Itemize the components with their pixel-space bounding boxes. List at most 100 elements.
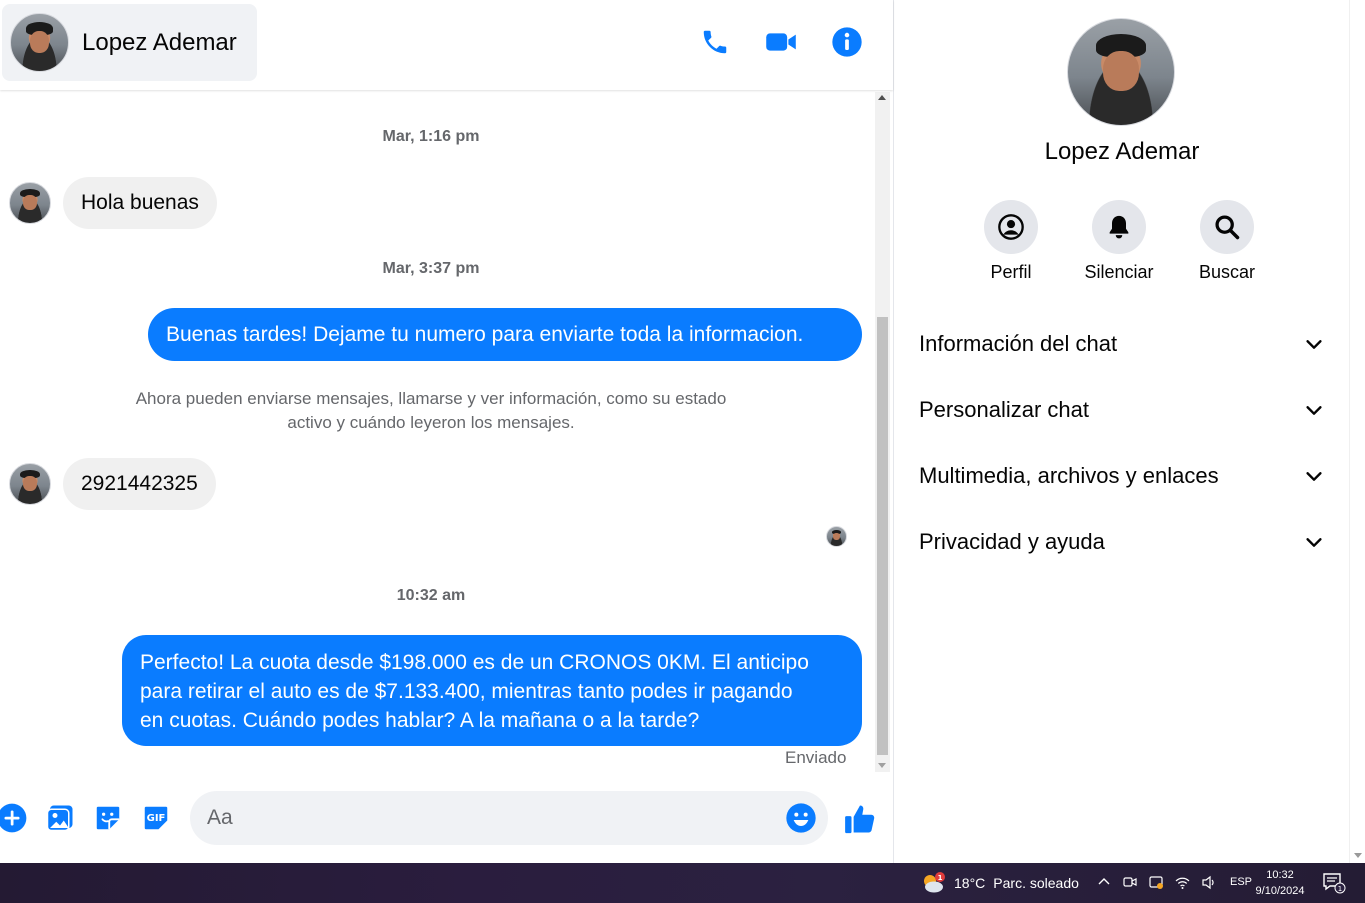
sticker-icon <box>96 806 120 830</box>
section-media-files-links[interactable]: Multimedia, archivos y enlaces <box>919 454 1325 498</box>
gif-icon: GIF <box>144 806 168 830</box>
page-scrollbar[interactable] <box>1349 0 1365 863</box>
message-line: en cuotas. Cuándo podes hablar? A la mañ… <box>140 709 700 732</box>
contact-avatar <box>10 13 69 72</box>
like-button[interactable] <box>843 802 879 838</box>
section-customize-chat[interactable]: Personalizar chat <box>919 388 1325 432</box>
profile-avatar-large[interactable] <box>1067 18 1175 126</box>
profile-action[interactable]: Perfil <box>966 200 1056 283</box>
device-status-icon <box>1148 875 1163 889</box>
weather-temperature: 18°C <box>954 875 986 891</box>
thumbs-up-icon <box>845 805 875 834</box>
emoji-icon <box>786 803 816 833</box>
connection-notice-line: Ahora pueden enviarse mensajes, llamarse… <box>135 389 727 408</box>
profile-label: Perfil <box>990 262 1032 282</box>
plus-circle-icon <box>0 803 27 833</box>
camera-icon <box>1123 877 1137 887</box>
timestamp: Mar, 1:16 pm <box>382 128 480 145</box>
weather-badge: 1 <box>938 874 943 882</box>
message-line: para retirar el auto es de $7.133.400, m… <box>140 680 793 703</box>
notification-count: 1 <box>1338 885 1342 893</box>
message-line: Perfecto! La cuota desde $198.000 es de … <box>140 651 809 674</box>
timestamp: 10:32 am <box>396 587 466 604</box>
bell-icon <box>1109 215 1129 239</box>
header-actions <box>699 24 863 60</box>
chevron-down-icon <box>1306 472 1322 481</box>
search-button[interactable] <box>1200 200 1254 254</box>
outgoing-message-bubble[interactable]: Perfecto! La cuota desde $198.000 es de … <box>122 635 862 746</box>
composer: GIF <box>0 780 893 860</box>
message-list[interactable]: Mar, 1:16 pm Hola buenas Mar, 3:37 pm Bu… <box>0 90 876 772</box>
meet-now-button[interactable] <box>1122 874 1138 890</box>
wifi-icon <box>1175 877 1189 889</box>
section-chat-info[interactable]: Información del chat <box>919 322 1325 366</box>
battery-settings-button[interactable] <box>1148 874 1164 890</box>
chat-header: Lopez Ademar <box>0 0 893 90</box>
section-title: Multimedia, archivos y enlaces <box>919 463 1219 488</box>
sticker-button[interactable] <box>92 802 124 834</box>
section-title: Información del chat <box>919 331 1118 356</box>
volume-button[interactable] <box>1200 874 1216 890</box>
conversation-info-button[interactable] <box>831 24 863 60</box>
mute-label: Silenciar <box>1084 262 1154 282</box>
mute-button[interactable] <box>1092 200 1146 254</box>
input-language[interactable]: ESP <box>1230 876 1252 888</box>
chevron-down-icon <box>1306 406 1322 415</box>
attach-image-button[interactable] <box>44 802 76 834</box>
message-input[interactable] <box>190 791 828 845</box>
voice-call-button[interactable] <box>699 24 731 60</box>
mute-action[interactable]: Silenciar <box>1074 200 1164 283</box>
connection-notice: Ahora pueden enviarse mensajes, llamarse… <box>110 387 752 435</box>
weather-widget[interactable]: 1 18°C Parc. soleado <box>920 872 1079 894</box>
section-privacy-help[interactable]: Privacidad y ayuda <box>919 520 1325 564</box>
section-title: Personalizar chat <box>919 397 1089 422</box>
search-action[interactable]: Buscar <box>1182 200 1272 283</box>
video-camera-icon <box>766 33 796 51</box>
profile-button[interactable] <box>984 200 1038 254</box>
chat-panel: Lopez Ademar Mar, 1:16 pm Hola buenas Ma… <box>0 0 894 863</box>
message-status: Enviado <box>785 748 847 767</box>
info-icon <box>832 27 862 57</box>
phone-icon <box>703 30 727 54</box>
message-scrollbar[interactable] <box>875 92 890 772</box>
scroll-up-arrow-icon[interactable] <box>878 95 886 100</box>
connection-notice-line: activo y cuándo leyeron los mensajes. <box>287 413 575 432</box>
scroll-thumb[interactable] <box>877 317 888 755</box>
image-icon <box>46 805 73 832</box>
gif-button[interactable]: GIF <box>140 802 172 834</box>
section-title: Privacidad y ayuda <box>919 529 1105 554</box>
scroll-down-arrow-icon[interactable] <box>878 763 886 768</box>
profile-icon <box>998 214 1024 240</box>
emoji-button[interactable] <box>785 802 817 834</box>
speaker-icon <box>1201 875 1214 889</box>
contact-avatar-small[interactable] <box>9 182 51 224</box>
contact-avatar-small[interactable] <box>9 463 51 505</box>
scroll-down-arrow-icon[interactable] <box>1354 853 1362 858</box>
svg-text:GIF: GIF <box>147 813 166 824</box>
system-tray: ESP <box>1096 874 1252 890</box>
notification-icon: 1 <box>1323 873 1346 894</box>
contact-header-button[interactable]: Lopez Ademar <box>2 4 257 81</box>
more-actions-button[interactable] <box>0 802 28 834</box>
outgoing-message-bubble[interactable]: Buenas tardes! Dejame tu numero para env… <box>148 308 862 361</box>
read-receipt-avatar <box>826 526 847 547</box>
incoming-message-row: 2921442325 <box>9 458 216 510</box>
chevron-down-icon <box>1306 340 1322 349</box>
search-label: Buscar <box>1198 262 1256 282</box>
network-button[interactable] <box>1174 874 1190 890</box>
incoming-message-bubble[interactable]: Hola buenas <box>63 177 217 229</box>
weather-description: Parc. soleado <box>993 875 1079 891</box>
timestamp: Mar, 3:37 pm <box>382 260 480 277</box>
weather-partly-sunny-icon: 1 <box>920 872 946 894</box>
contact-name: Lopez Ademar <box>82 28 237 56</box>
taskbar-clock[interactable]: 10:32 9/10/2024 <box>1250 867 1310 899</box>
notification-center-button[interactable]: 1 <box>1322 872 1346 894</box>
show-hidden-icons-button[interactable] <box>1096 874 1112 890</box>
incoming-message-row: Hola buenas <box>9 177 217 229</box>
incoming-message-bubble[interactable]: 2921442325 <box>63 458 216 510</box>
video-call-button[interactable] <box>765 24 797 60</box>
chevron-down-icon <box>1306 538 1322 547</box>
search-icon <box>1215 215 1240 240</box>
profile-name: Lopez Ademar <box>1044 138 1200 165</box>
messenger-window: Lopez Ademar Mar, 1:16 pm Hola buenas Ma… <box>0 0 1365 903</box>
